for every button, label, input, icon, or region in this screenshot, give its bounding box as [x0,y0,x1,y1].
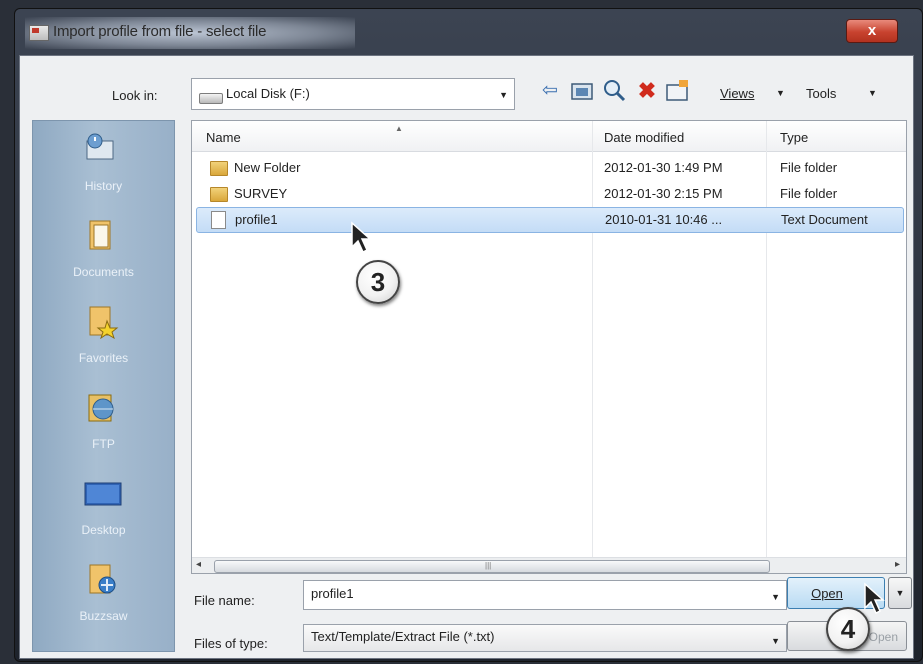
horizontal-scrollbar[interactable]: ◂ ||| ▸ [192,557,906,573]
dialog-body: Look in: Local Disk (F:) ▼ ⇦ ✖ Views ▼ T… [19,55,914,659]
grip-icon: ||| [485,561,492,570]
tools-chevron-icon[interactable]: ▼ [868,88,877,98]
ftp-icon [83,389,119,425]
documents-icon [83,217,119,253]
file-name-input[interactable]: profile1 ▼ [303,580,787,610]
place-label: Favorites [78,351,129,365]
step-4-callout: 4 [826,607,870,651]
cursor-arrow-icon [350,221,374,255]
new-folder-icon[interactable] [665,79,691,105]
views-chevron-icon[interactable]: ▼ [776,88,785,98]
app-icon [29,25,49,41]
look-in-dropdown[interactable]: Local Disk (F:) ▼ [191,78,515,110]
file-type-value: Text/Template/Extract File (*.txt) [311,629,495,644]
column-header-type[interactable]: Type [780,130,808,145]
file-type-label: Files of type: [194,636,268,651]
scroll-left-icon[interactable]: ◂ [196,559,201,570]
place-ftp[interactable]: FTP [33,389,174,475]
chevron-down-icon[interactable]: ▼ [771,636,780,646]
folder-icon [210,187,228,202]
file-type-dropdown[interactable]: Text/Template/Extract File (*.txt) ▼ [303,624,787,652]
type-cell: File folder [780,186,838,201]
tools-menu[interactable]: Tools [806,86,836,101]
file-name-cell: New Folder [234,160,301,175]
places-bar: History Documents Favorites FTP Desktop … [32,120,175,652]
title-bar[interactable]: Import profile from file - select file x [15,9,922,55]
column-header-name[interactable]: Name [206,130,241,145]
place-history[interactable]: History [33,131,174,217]
chevron-down-icon[interactable]: ▼ [771,592,780,602]
table-row[interactable]: SURVEY 2012-01-30 2:15 PM File folder [196,182,902,206]
table-row-selected[interactable]: profile1 2010-01-31 10:46 ... Text Docum… [196,207,904,233]
scroll-thumb[interactable]: ||| [214,560,770,573]
place-label: Desktop [81,523,126,537]
secondary-button-label: Open [868,630,898,644]
date-cell: 2012-01-30 1:49 PM [604,160,723,175]
file-name-cell: profile1 [235,212,278,227]
file-list[interactable]: Name ▲ Date modified Type New Folder 201… [191,120,907,574]
place-label: FTP [92,437,115,451]
look-in-value: Local Disk (F:) [226,86,310,101]
import-profile-dialog: Import profile from file - select file x… [14,8,923,662]
place-favorites[interactable]: Favorites [33,303,174,389]
open-button-label: Open [811,586,843,601]
column-header-date[interactable]: Date modified [604,130,684,145]
history-icon [83,131,119,167]
step-3-callout: 3 [356,260,400,304]
up-folder-icon[interactable] [569,80,595,106]
list-header: Name ▲ Date modified Type [192,121,906,152]
window-title: Import profile from file - select file [53,23,267,40]
date-cell: 2012-01-30 2:15 PM [604,186,723,201]
file-name-value: profile1 [311,586,354,601]
desktop-icon [83,475,122,511]
type-cell: Text Document [781,212,868,227]
delete-icon[interactable]: ✖ [634,78,660,104]
text-document-icon [211,211,226,229]
date-cell: 2010-01-31 10:46 ... [605,212,723,227]
drive-icon [199,93,223,104]
type-cell: File folder [780,160,838,175]
place-label: Documents [73,265,134,279]
buzzsaw-icon [83,561,119,597]
views-label: Views [720,86,755,101]
folder-icon [210,161,228,176]
place-buzzsaw[interactable]: Buzzsaw [33,561,174,647]
scroll-right-icon[interactable]: ▸ [895,559,900,570]
place-documents[interactable]: Documents [33,217,174,303]
file-name-label: File name: [194,593,255,608]
chevron-down-icon[interactable]: ▼ [499,90,508,100]
back-icon[interactable]: ⇦ [537,78,563,104]
views-menu[interactable]: Views [720,86,754,101]
search-web-icon[interactable] [602,78,628,104]
sort-caret-icon: ▲ [395,124,403,133]
file-name-cell: SURVEY [234,186,288,201]
look-in-label: Look in: [112,88,158,103]
close-button[interactable]: x [846,19,898,43]
place-label: Buzzsaw [79,609,128,623]
table-row[interactable]: New Folder 2012-01-30 1:49 PM File folde… [196,156,902,180]
favorites-icon [83,303,119,340]
place-desktop[interactable]: Desktop [33,475,174,561]
cursor-arrow-icon [863,582,887,616]
open-options-chevron-icon[interactable]: ▼ [888,577,912,609]
place-label: History [84,179,123,193]
